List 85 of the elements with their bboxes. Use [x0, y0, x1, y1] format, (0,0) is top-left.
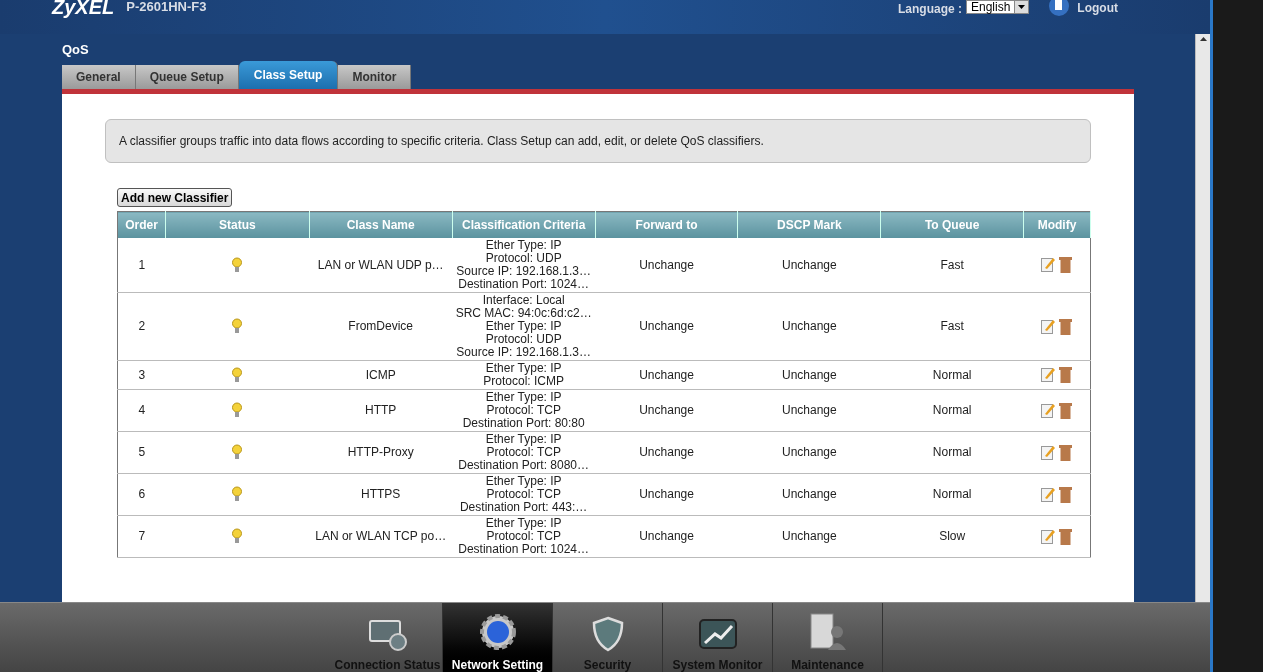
nav-tab[interactable]: Network Setting: [443, 603, 553, 672]
shield-icon: [590, 616, 625, 652]
model-name: P-2601HN-F3: [126, 0, 207, 14]
table-cell: 6: [117, 473, 166, 515]
table-cell: HTTPS: [309, 473, 453, 515]
monitor-icon: [367, 618, 408, 652]
table-cell: 5: [117, 431, 166, 473]
criteria-cell: Ether Type: IP Protocol: UDP Source IP: 192.168.1.3… Destination Port: 1024…: [452, 237, 596, 292]
table-cell: Slow: [880, 515, 1024, 557]
column-header: Modify: [1023, 211, 1091, 238]
table-cell: Normal: [880, 431, 1024, 473]
criteria-cell: Ether Type: IP Protocol: ICMP: [452, 360, 596, 389]
trash-icon[interactable]: [1059, 256, 1073, 273]
table-cell: Unchange: [737, 389, 881, 431]
column-header: Forward to: [595, 211, 738, 238]
table-cell: Unchange: [595, 431, 738, 473]
table-cell: Unchange: [737, 292, 881, 360]
edit-icon[interactable]: [1041, 485, 1056, 502]
language-label: Language :: [897, 1, 962, 18]
table-cell: Unchange: [737, 360, 881, 389]
scrollbar[interactable]: [1195, 34, 1210, 602]
criteria-cell: Ether Type: IP Protocol: TCP Destination Port: 443:…: [452, 473, 596, 515]
tab[interactable]: Queue Setup: [135, 65, 239, 89]
tab[interactable]: Monitor: [338, 65, 412, 89]
column-header: Classification Criteria: [452, 211, 596, 238]
trash-icon[interactable]: [1059, 527, 1073, 545]
trash-icon[interactable]: [1059, 366, 1073, 383]
table-cell: Normal: [880, 473, 1024, 515]
edit-icon[interactable]: [1041, 317, 1056, 334]
edit-icon[interactable]: [1041, 366, 1056, 382]
table-cell: HTTP: [309, 389, 453, 431]
info-box: A classifier groups traffic into data flows according to specific criteria. Class Setup can add, edit, or delete QoS classifiers.: [105, 119, 1091, 163]
page-title: QoS: [62, 41, 90, 59]
table-cell: Unchange: [737, 473, 881, 515]
table-cell: Normal: [880, 360, 1024, 389]
table-cell: Unchange: [737, 237, 881, 292]
table-cell: Unchange: [595, 360, 738, 389]
tab[interactable]: General: [62, 65, 136, 89]
trash-icon[interactable]: [1059, 485, 1073, 503]
table-cell: Unchange: [595, 473, 738, 515]
gear-icon: [477, 612, 518, 652]
table-cell: 7: [117, 515, 166, 557]
table-cell: Fast: [880, 292, 1024, 360]
edit-icon[interactable]: [1041, 401, 1056, 418]
table-cell: Unchange: [595, 292, 738, 360]
criteria-cell: Ether Type: IP Protocol: TCP Destination Port: 80:80: [452, 389, 596, 431]
column-header: To Queue: [880, 211, 1024, 238]
column-header: DSCP Mark: [737, 211, 881, 238]
edit-icon[interactable]: [1041, 527, 1056, 544]
trash-icon[interactable]: [1059, 401, 1073, 419]
table-cell: 1: [117, 237, 166, 292]
logo: ZyXEL: [52, 0, 115, 16]
table-cell: 2: [117, 292, 166, 360]
scroll-up-icon[interactable]: [1199, 37, 1207, 41]
table-cell: Unchange: [737, 515, 881, 557]
table-cell: ICMP: [309, 360, 453, 389]
table-cell: LAN or WLAN UDP p…: [309, 237, 453, 292]
chart-icon: [697, 618, 738, 652]
criteria-cell: Interface: Local SRC MAC: 94:0c:6d:c2… Ether Type: IP Protocol: UDP Source IP: 192.168.1.3…: [452, 292, 596, 360]
caret-icon: [1018, 5, 1026, 9]
table-cell: LAN or WLAN TCP po…: [309, 515, 453, 557]
edit-icon[interactable]: [1041, 256, 1056, 272]
cabinet-person-icon: [808, 612, 847, 652]
table-cell: 4: [117, 389, 166, 431]
table-cell: Unchange: [595, 237, 738, 292]
criteria-cell: Ether Type: IP Protocol: TCP Destination Port: 1024…: [452, 515, 596, 557]
column-header: Class Name: [309, 211, 453, 238]
table-cell: Unchange: [595, 389, 738, 431]
table-cell: Fast: [880, 237, 1024, 292]
add-classifier-button[interactable]: Add new Classifier: [117, 188, 233, 207]
table-cell: 3: [117, 360, 166, 389]
tab[interactable]: Class Setup: [238, 61, 339, 89]
table-cell: Unchange: [737, 431, 881, 473]
table-cell: Unchange: [595, 515, 738, 557]
logout-link[interactable]: Logout: [1077, 0, 1118, 17]
trash-icon[interactable]: [1059, 317, 1073, 335]
trash-icon[interactable]: [1059, 443, 1073, 461]
edit-icon[interactable]: [1041, 443, 1056, 460]
column-header: Status: [165, 211, 310, 238]
table-cell: HTTP-Proxy: [309, 431, 453, 473]
table-cell: FromDevice: [309, 292, 453, 360]
language-dropdown[interactable]: English: [966, 0, 1030, 14]
table-cell: Normal: [880, 389, 1024, 431]
criteria-cell: Ether Type: IP Protocol: TCP Destination Port: 8080…: [452, 431, 596, 473]
column-header: Order: [117, 211, 166, 238]
